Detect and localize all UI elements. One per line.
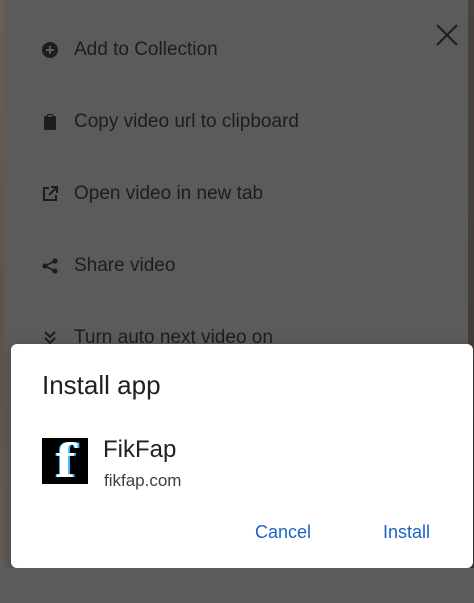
menu-item-label: Open video in new tab [74, 183, 264, 204]
menu-item-label: Share video [74, 255, 176, 276]
add-to-collection-item[interactable]: Add to Collection [40, 35, 218, 65]
app-url: fikfap.com [104, 471, 182, 490]
bottom-overlay [0, 568, 474, 603]
app-logo: f [42, 438, 88, 484]
install-button[interactable]: Install [383, 522, 430, 543]
close-icon[interactable] [434, 22, 460, 48]
cancel-button[interactable]: Cancel [255, 522, 311, 543]
open-in-new-tab-item[interactable]: Open video in new tab [40, 179, 263, 209]
open-in-new-icon [40, 184, 60, 204]
add-circle-icon [40, 40, 60, 60]
app-logo-letter: f [55, 438, 75, 484]
clipboard-icon [40, 112, 60, 132]
screen: Add to Collection Copy video url to clip… [0, 0, 474, 603]
app-name: FikFap [103, 436, 177, 463]
dialog-title: Install app [42, 370, 161, 400]
install-app-dialog: Install app f FikFap fikfap.com Cancel I… [11, 344, 473, 568]
copy-url-item[interactable]: Copy video url to clipboard [40, 107, 299, 137]
share-icon [40, 256, 60, 276]
share-video-item[interactable]: Share video [40, 251, 175, 281]
menu-item-label: Add to Collection [74, 39, 218, 60]
menu-item-label: Copy video url to clipboard [74, 111, 299, 132]
